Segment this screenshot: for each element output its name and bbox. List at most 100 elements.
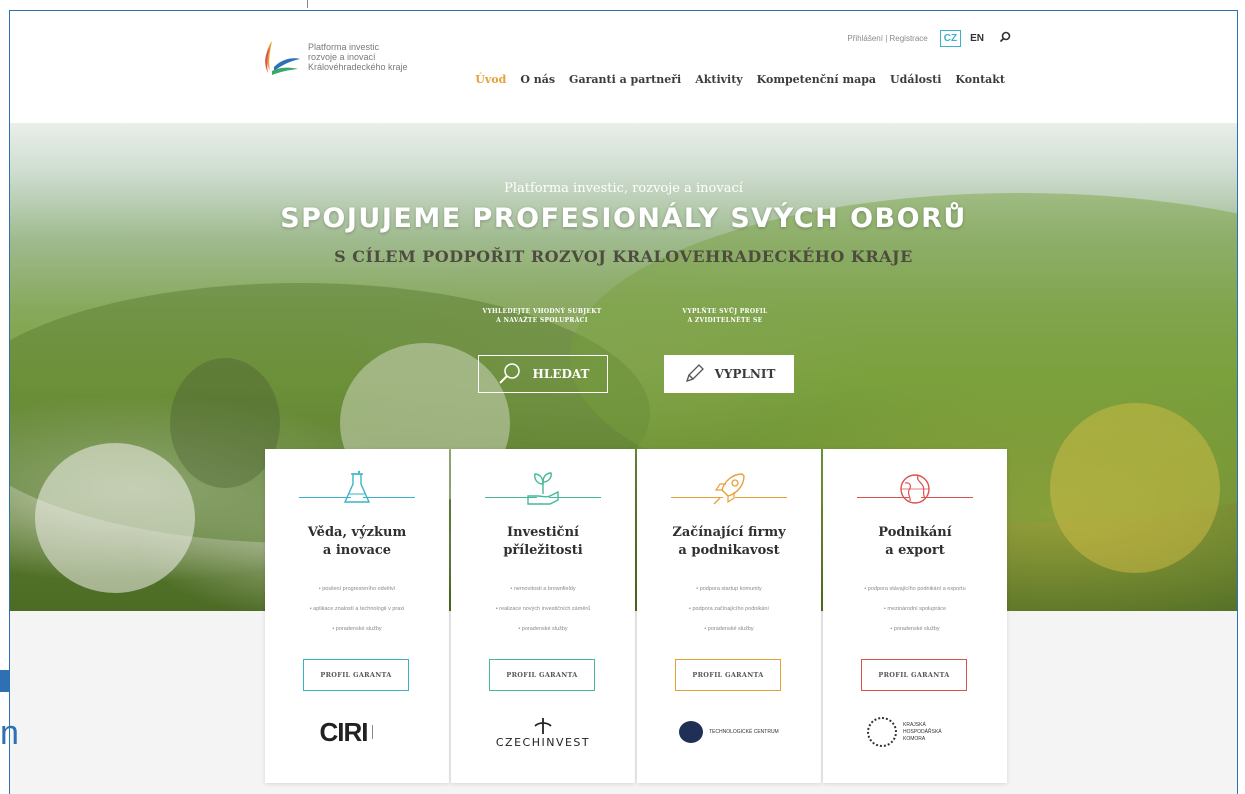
magnifier-icon [498, 363, 520, 384]
partner-logo-subtext [371, 725, 395, 739]
card-items: • nemovitosti a brownfieldy • realizace … [451, 579, 635, 639]
partner-logo-ciri[interactable]: CIRI [265, 709, 449, 755]
utility-bar: Přihlášení | Registrace CZ EN [847, 30, 1011, 47]
card-items: • podpora stávajícího podnikání a export… [823, 579, 1007, 639]
logo-line: rozvoje a inovací [308, 52, 376, 62]
main-nav: Úvod O nás Garanti a partneři Aktivity K… [475, 73, 1005, 86]
card-item: • realizace nových investičních záměrů [495, 606, 591, 612]
lang-cz[interactable]: CZ [939, 30, 962, 47]
card-item: • poradenské služby [332, 626, 382, 632]
divider [549, 497, 601, 498]
card-startups: Začínající firmy a podnikavost • podpora… [637, 449, 821, 783]
logo-line: Platforma investic [308, 42, 380, 52]
card-item: • nemovitosti a brownfieldy [510, 586, 576, 592]
card-item: • aplikace znalostí a technologií v prax… [309, 606, 405, 612]
partner-logo-text: TECHNOLOGICKÉ CENTRUM [709, 728, 779, 735]
card-title-line: Investiční [507, 525, 579, 540]
card-title: Investiční příležitosti [451, 524, 635, 560]
card-item: • posilení progresivního odvětví [318, 586, 396, 592]
fill-button-label: VYPLNIT [714, 367, 776, 381]
divider [857, 497, 909, 498]
flask-icon [265, 467, 449, 511]
card-item: • podpora začínajícího podnikání [689, 606, 769, 612]
card-item: • podpora startup komunity [696, 586, 762, 592]
logo-text: Platforma investic rozvoje a inovací Krá… [308, 42, 428, 72]
left-edge-glyph: n [0, 714, 19, 752]
card-title: Věda, výzkum a inovace [265, 524, 449, 560]
lang-en[interactable]: EN [967, 31, 987, 46]
tc-mark-icon [679, 721, 703, 743]
profile-button[interactable]: PROFIL GARANTA [489, 659, 595, 691]
hero-subtitle: Platforma investic, rozvoje a inovací [504, 181, 743, 196]
card-title-line: Věda, výzkum [307, 525, 407, 540]
partner-logo-text: KRAJSKÁ HOSPODÁŘSKÁ KOMORA [903, 721, 942, 742]
browser-viewport: Platforma investic rozvoje a inovací Krá… [9, 10, 1238, 794]
hero-bg-tree [170, 358, 280, 488]
profile-button[interactable]: PROFIL GARANTA [303, 659, 409, 691]
caption-line: VYPLŇTE SVŮJ PROFIL [682, 308, 768, 315]
partner-logo-text: CIRI [319, 716, 369, 747]
partner-logo-khk[interactable]: KRAJSKÁ HOSPODÁŘSKÁ KOMORA [823, 709, 1007, 755]
divider [299, 497, 351, 498]
card-science: Věda, výzkum a inovace • posilení progre… [265, 449, 449, 783]
nav-item-kontakt[interactable]: Kontakt [955, 73, 1005, 86]
card-item: • mezinárodní spolupráce [883, 606, 947, 612]
nav-item-o-nas[interactable]: O nás [520, 73, 555, 86]
card-business: Podnikání a export • podpora stávajícího… [823, 449, 1007, 783]
nav-item-udalosti[interactable]: Události [890, 73, 941, 86]
card-item: • poradenské služby [890, 626, 940, 632]
hero-bg-tree [1050, 403, 1220, 573]
search-icon[interactable] [999, 31, 1011, 46]
logo-line: Královéhradeckého kraje [308, 62, 408, 72]
profile-button[interactable]: PROFIL GARANTA [675, 659, 781, 691]
pencil-icon [685, 364, 704, 383]
hero-title: SPOJUJEME PROFESIONÁLY SVÝCH OBORŮ [280, 203, 967, 234]
nav-item-aktivity[interactable]: Aktivity [695, 73, 742, 86]
rocket-icon [637, 467, 821, 511]
czechinvest-mark-icon [534, 717, 552, 734]
nav-item-garanti[interactable]: Garanti a partneři [569, 73, 681, 86]
card-investment: Investiční příležitosti • nemovitosti a … [451, 449, 635, 783]
logo-mark-icon [265, 41, 300, 75]
card-items: • podpora startup komunity • podpora zač… [637, 579, 821, 639]
card-title-line: Začínající firmy [672, 525, 786, 540]
divider [485, 497, 537, 498]
card-title-line: a inovace [322, 543, 392, 558]
hero-bg-blossom [35, 443, 195, 593]
card-title-line: příležitosti [503, 543, 583, 558]
card-item: • poradenské služby [704, 626, 754, 632]
seal-icon [867, 717, 897, 747]
fill-cta-caption: VYPLŇTE SVŮJ PROFIL A ZVIDITELNĚTE SE [640, 307, 810, 325]
card-title-line: Podnikání [878, 525, 952, 540]
login-register-link[interactable]: Přihlášení | Registrace [847, 34, 927, 43]
partner-logo-text: CZECHINVEST [495, 735, 591, 749]
partner-logo-czechinvest[interactable]: CZECHINVEST [451, 709, 635, 755]
search-button[interactable]: HLEDAT [478, 355, 608, 393]
hero-tagline: S CÍLEM PODPOŘIT ROZVOJ KRALOVEHRADECKÉH… [334, 247, 913, 266]
site-header: Platforma investic rozvoje a inovací Krá… [10, 11, 1237, 123]
nav-item-kompetencni-mapa[interactable]: Kompetenční mapa [757, 73, 876, 86]
card-title: Podnikání a export [823, 524, 1007, 560]
profile-button[interactable]: PROFIL GARANTA [861, 659, 967, 691]
caption-line: VYHLEDEJTE VHODNÝ SUBJEKT [482, 308, 602, 315]
card-item: • poradenské služby [518, 626, 568, 632]
caption-line: A NAVAŽTE SPOLUPRÁCI [496, 317, 588, 324]
card-title: Začínající firmy a podnikavost [637, 524, 821, 560]
nav-item-uvod[interactable]: Úvod [475, 73, 506, 86]
divider [363, 497, 415, 498]
card-title-line: a podnikavost [678, 543, 780, 558]
caption-line: A ZVIDITELNĚTE SE [687, 317, 763, 324]
search-cta-caption: VYHLEDEJTE VHODNÝ SUBJEKT A NAVAŽTE SPOL… [457, 307, 627, 325]
site-logo[interactable]: Platforma investic rozvoje a inovací Krá… [258, 37, 428, 77]
service-cards: Věda, výzkum a inovace • posilení progre… [265, 449, 1007, 783]
card-item: • podpora stávajícího podnikání a export… [864, 586, 966, 592]
fill-profile-button[interactable]: VYPLNIT [664, 355, 794, 393]
partner-logo-tc[interactable]: TECHNOLOGICKÉ CENTRUM [637, 709, 821, 755]
left-edge-mark [0, 670, 10, 692]
card-items: • posilení progresivního odvětví • aplik… [265, 579, 449, 639]
top-edge-tick [307, 0, 308, 8]
globe-icon [823, 467, 1007, 511]
search-button-label: HLEDAT [532, 367, 590, 381]
plant-hand-icon [451, 467, 635, 511]
divider [921, 497, 973, 498]
